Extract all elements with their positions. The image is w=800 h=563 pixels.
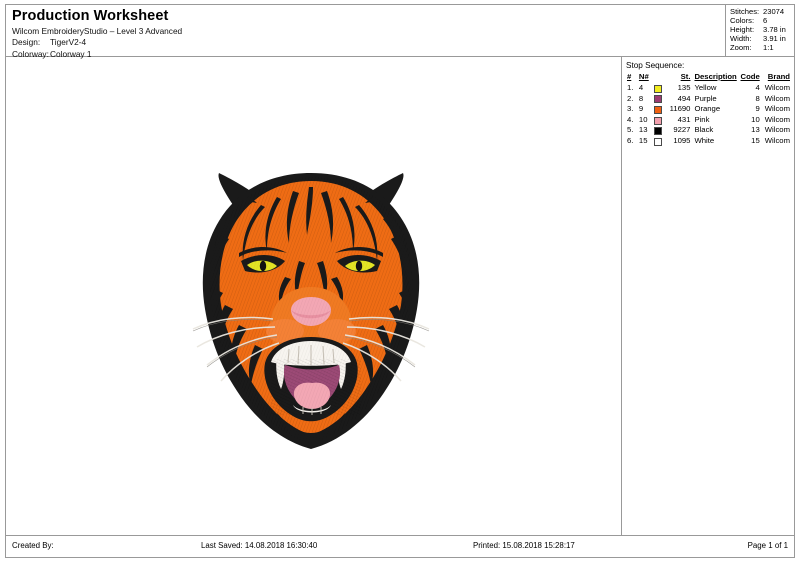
cell-stitches: 1095 — [673, 135, 691, 145]
color-swatch-icon — [653, 84, 662, 93]
table-row[interactable]: 2. 8 494 Purple 8 Wilcom — [626, 94, 792, 105]
column-header-needle: N# — [638, 72, 649, 81]
cell-needle: 15 — [638, 135, 648, 145]
cell-index: 3. — [627, 104, 634, 114]
cell-index: 2. — [627, 93, 634, 103]
cell-code: 15 — [751, 135, 760, 145]
color-swatch-icon — [653, 95, 662, 104]
stat-label-height: Height: — [730, 25, 755, 35]
table-row[interactable]: 4. 10 431 Pink 10 Wilcom — [626, 115, 792, 126]
footer-last-saved: Last Saved: 14.08.2018 16:30:40 — [201, 541, 318, 550]
cell-description: Yellow — [694, 83, 717, 92]
table-row[interactable]: 5. 13 9227 Black 13 Wilcom — [626, 125, 792, 136]
cell-stitches: 11690 — [669, 104, 691, 114]
stop-sequence-panel: Stop Sequence: # N# St. Description Code… — [622, 57, 795, 535]
cell-stitches: 494 — [677, 93, 691, 103]
design-field: Design: TigerV2-4 — [12, 37, 612, 49]
column-header-swatch — [653, 72, 663, 83]
stat-value-width: 3.91 in — [763, 34, 786, 44]
footer-band: Created By: Last Saved: 14.08.2018 16:30… — [6, 535, 794, 557]
table-row[interactable]: 1. 4 135 Yellow 4 Wilcom — [626, 83, 792, 94]
table-row[interactable]: 6. 15 1095 White 15 Wilcom — [626, 136, 792, 147]
cell-brand: Wilcom — [764, 83, 790, 92]
stat-label-width: Width: — [730, 34, 752, 44]
cell-color-swatch — [653, 83, 663, 94]
stat-value-height: 3.78 in — [763, 25, 786, 35]
column-header-stitches: St. — [680, 72, 691, 81]
cell-color-swatch — [653, 94, 663, 105]
cell-brand: Wilcom — [764, 114, 790, 124]
cell-color-swatch — [653, 104, 663, 115]
footer-printed: Printed: 15.08.2018 15:28:17 — [473, 541, 575, 550]
cell-brand: Wilcom — [764, 135, 790, 145]
cell-needle: 9 — [638, 104, 644, 114]
color-swatch-icon — [653, 137, 662, 146]
stat-row-colors: Colors: 6 — [730, 16, 791, 25]
design-value: TigerV2-4 — [50, 37, 87, 47]
table-header-row: # N# St. Description Code Brand — [626, 72, 792, 83]
worksheet-page: Production Worksheet Wilcom EmbroiderySt… — [5, 4, 795, 558]
cell-description: Black — [694, 125, 714, 135]
header-left: Production Worksheet Wilcom EmbroiderySt… — [12, 7, 612, 60]
color-swatch-icon — [653, 105, 662, 114]
column-header-description: Description — [694, 72, 737, 81]
cell-stitches: 135 — [677, 83, 691, 92]
cell-code: 8 — [755, 93, 760, 103]
cell-index: 5. — [627, 125, 634, 135]
cell-color-swatch — [653, 125, 663, 136]
footer-page-number: Page 1 of 1 — [747, 541, 788, 550]
color-swatch-icon — [653, 116, 662, 125]
design-stats-panel: Stitches: 23074 Colors: 6 Height: 3.78 i… — [725, 5, 794, 57]
header-band: Production Worksheet Wilcom EmbroiderySt… — [6, 5, 794, 60]
column-header-code: Code — [740, 72, 760, 81]
cell-index: 4. — [627, 114, 634, 124]
cell-description: Purple — [694, 93, 717, 103]
cell-stitches: 9227 — [673, 125, 691, 135]
cell-color-swatch — [653, 136, 663, 147]
cell-description: Orange — [694, 104, 721, 114]
cell-needle: 4 — [638, 83, 644, 92]
column-header-brand: Brand — [767, 72, 790, 81]
cell-description: Pink — [694, 114, 710, 124]
stop-sequence-title: Stop Sequence: — [626, 61, 685, 70]
stat-value-zoom: 1:1 — [763, 43, 774, 53]
cell-code: 10 — [751, 114, 760, 124]
cell-color-swatch — [653, 115, 663, 126]
design-artwork — [181, 169, 441, 459]
stat-value-colors: 6 — [763, 16, 768, 26]
cell-brand: Wilcom — [764, 104, 790, 114]
stat-label-colors: Colors: — [730, 16, 755, 26]
table-row[interactable]: 3. 9 11690 Orange 9 Wilcom — [626, 104, 792, 115]
stat-row-height: Height: 3.78 in — [730, 25, 791, 34]
footer-created-by: Created By: — [12, 541, 54, 550]
cell-index: 6. — [627, 135, 634, 145]
cell-code: 4 — [755, 83, 760, 92]
stat-label-zoom: Zoom: — [730, 43, 752, 53]
design-preview-area — [6, 57, 621, 535]
cell-needle: 8 — [638, 93, 644, 103]
stat-value-stitches: 23074 — [763, 7, 785, 16]
tiger-head-artwork — [192, 173, 430, 449]
stop-sequence-table: # N# St. Description Code Brand 1. 4 135… — [626, 72, 792, 147]
stat-row-zoom: Zoom: 1:1 — [730, 43, 791, 52]
cell-needle: 13 — [638, 125, 648, 135]
cell-brand: Wilcom — [764, 125, 790, 135]
cell-description: White — [694, 135, 715, 145]
cell-code: 13 — [751, 125, 760, 135]
design-label: Design: — [12, 37, 41, 47]
column-header-index: # — [627, 72, 632, 81]
cell-needle: 10 — [638, 114, 648, 124]
stat-row-width: Width: 3.91 in — [730, 34, 791, 43]
cell-index: 1. — [627, 83, 634, 92]
stat-label-stitches: Stitches: — [730, 7, 760, 16]
application-line: Wilcom EmbroideryStudio – Level 3 Advanc… — [12, 26, 183, 36]
stat-row-stitches: Stitches: 23074 — [730, 7, 791, 16]
cell-code: 9 — [755, 104, 760, 114]
color-swatch-icon — [653, 127, 662, 136]
cell-stitches: 431 — [677, 114, 691, 124]
cell-brand: Wilcom — [764, 93, 790, 103]
page-title: Production Worksheet — [12, 8, 169, 24]
